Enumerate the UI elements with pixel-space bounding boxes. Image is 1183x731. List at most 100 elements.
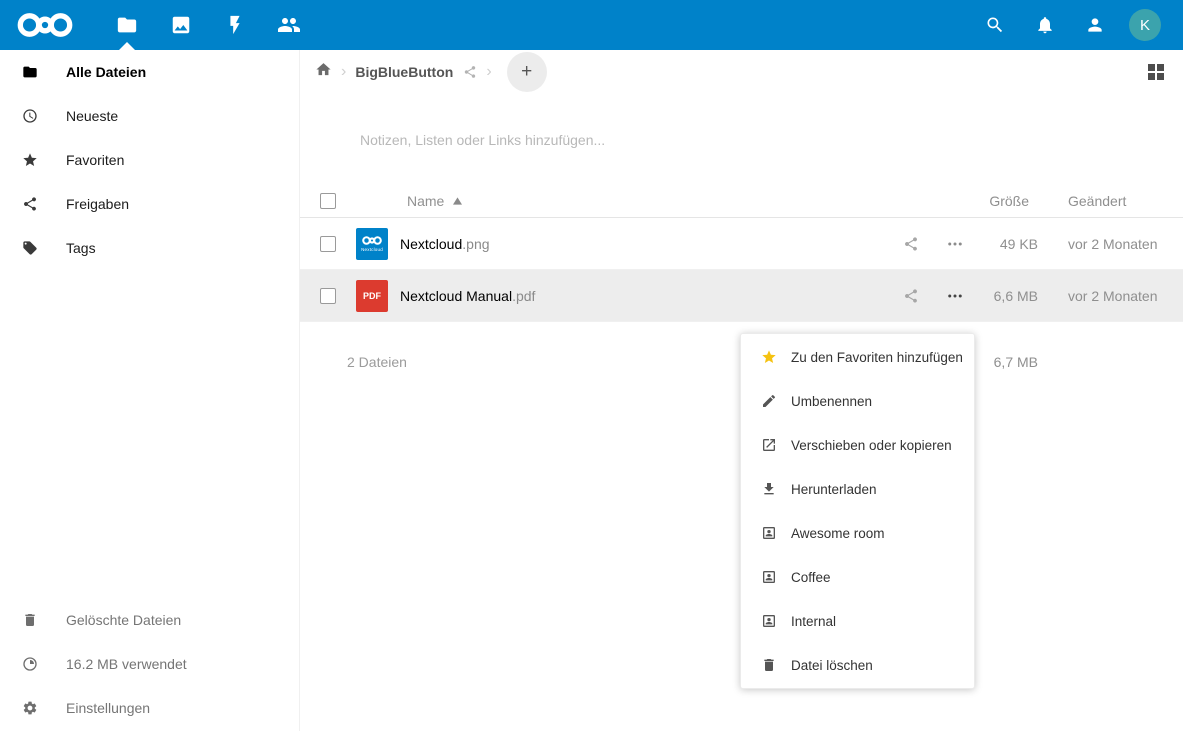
three-dots-icon: [946, 235, 964, 253]
new-file-button[interactable]: +: [507, 52, 547, 92]
star-icon: [22, 152, 60, 168]
nextcloud-logo[interactable]: [12, 0, 78, 50]
menu-item-delete[interactable]: Datei löschen: [741, 643, 974, 687]
sidebar-item-label: Alle Dateien: [66, 64, 146, 80]
app-files[interactable]: [100, 0, 154, 50]
menu-item-room-internal[interactable]: Internal: [741, 599, 974, 643]
home-icon: [315, 61, 332, 78]
nextcloud-logo-icon: [14, 11, 76, 39]
folder-icon: [22, 64, 60, 80]
sidebar-item-recent[interactable]: Neueste: [0, 94, 299, 138]
grid-view-toggle[interactable]: [1144, 60, 1168, 84]
folder-icon: [116, 14, 138, 36]
menu-item-room-awesome[interactable]: Awesome room: [741, 511, 974, 555]
sidebar-item-label: 16.2 MB verwendet: [66, 656, 187, 672]
star-icon: [761, 349, 777, 365]
home-button[interactable]: [315, 61, 332, 83]
lightning-icon: [224, 14, 246, 36]
quota-pie-icon: [22, 656, 60, 672]
menu-item-rename[interactable]: Umbenennen: [741, 379, 974, 423]
room-icon: [761, 613, 777, 629]
sidebar: Alle Dateien Neueste Favoriten Freigaben: [0, 50, 300, 731]
sort-asc-icon: [453, 197, 462, 205]
sidebar-item-shares[interactable]: Freigaben: [0, 182, 299, 226]
sidebar-item-label: Gelöschte Dateien: [66, 612, 181, 628]
chevron-separator: ›: [341, 63, 346, 81]
pdf-file-icon: PDF: [356, 280, 388, 312]
avatar[interactable]: K: [1129, 9, 1161, 41]
row-share-button[interactable]: [889, 288, 933, 304]
column-header-name[interactable]: Name: [356, 193, 889, 209]
search-icon: [985, 15, 1005, 35]
app-contacts[interactable]: [262, 0, 316, 50]
contacts-menu-button[interactable]: [1070, 0, 1120, 50]
select-all-checkbox[interactable]: [320, 193, 336, 209]
file-name[interactable]: Nextcloud.png: [400, 236, 889, 252]
sidebar-item-label: Tags: [66, 240, 96, 256]
trash-icon: [761, 657, 777, 673]
sidebar-item-deleted-files[interactable]: Gelöschte Dateien: [0, 598, 299, 642]
app-photos[interactable]: [154, 0, 208, 50]
row-actions-button[interactable]: [933, 235, 977, 253]
bell-icon: [1035, 15, 1055, 35]
file-row[interactable]: Nextcloud Nextcloud.png 49 KB: [300, 218, 1183, 270]
menu-item-favorite[interactable]: Zu den Favoriten hinzufügen: [741, 335, 974, 379]
sidebar-item-quota[interactable]: 16.2 MB verwendet: [0, 642, 299, 686]
menu-item-room-coffee[interactable]: Coffee: [741, 555, 974, 599]
tag-icon: [22, 240, 60, 256]
main-layout: Alle Dateien Neueste Favoriten Freigaben: [0, 50, 1183, 731]
nextcloud-image-thumbnail: Nextcloud: [356, 228, 388, 260]
file-size: 6,6 MB: [977, 288, 1057, 304]
sidebar-item-settings[interactable]: Einstellungen: [0, 686, 299, 730]
sidebar-item-favorites[interactable]: Favoriten: [0, 138, 299, 182]
column-header-size[interactable]: Größe: [977, 193, 1057, 209]
row-share-button[interactable]: [889, 236, 933, 252]
breadcrumb-folder[interactable]: BigBlueButton: [355, 64, 453, 80]
file-modified: vor 2 Monaten: [1057, 288, 1183, 304]
row-actions-button[interactable]: [933, 287, 977, 305]
pencil-icon: [761, 393, 777, 409]
trash-icon: [22, 612, 60, 628]
file-actions-menu: Zu den Favoriten hinzufügen Umbenennen V…: [740, 333, 975, 689]
search-button[interactable]: [970, 0, 1020, 50]
breadcrumb: › BigBlueButton › +: [300, 50, 1183, 94]
header: K: [0, 0, 1183, 50]
header-actions: K: [970, 0, 1183, 50]
sidebar-item-label: Favoriten: [66, 152, 124, 168]
sidebar-item-tags[interactable]: Tags: [0, 226, 299, 270]
share-icon: [903, 236, 919, 252]
share-icon: [463, 65, 477, 79]
app-menu: [100, 0, 316, 50]
sidebar-item-label: Neueste: [66, 108, 118, 124]
select-all-cell: [300, 193, 356, 209]
total-size: 6,7 MB: [977, 354, 1057, 370]
person-icon: [1085, 15, 1105, 35]
column-header-modified[interactable]: Geändert: [1057, 193, 1183, 209]
file-name[interactable]: Nextcloud Manual.pdf: [400, 288, 889, 304]
filelist-header: Name Größe Geändert: [300, 184, 1183, 218]
gear-icon: [22, 700, 60, 716]
nextcloud-app: K Alle Dateien Neueste F: [0, 0, 1183, 731]
room-icon: [761, 525, 777, 541]
sidebar-item-label: Freigaben: [66, 196, 129, 212]
share-icon: [22, 196, 60, 212]
share-icon: [903, 288, 919, 304]
file-size: 49 KB: [977, 236, 1057, 252]
notifications-button[interactable]: [1020, 0, 1070, 50]
menu-item-download[interactable]: Herunterladen: [741, 467, 974, 511]
user-menu-button[interactable]: K: [1120, 0, 1170, 50]
sidebar-item-label: Einstellungen: [66, 700, 150, 716]
active-app-indicator: [119, 42, 135, 50]
people-icon: [277, 13, 301, 37]
menu-item-move[interactable]: Verschieben oder kopieren: [741, 423, 974, 467]
app-activity[interactable]: [208, 0, 262, 50]
room-icon: [761, 569, 777, 585]
files-content: › BigBlueButton › + Notizen, Listen oder…: [300, 50, 1183, 731]
notes-placeholder[interactable]: Notizen, Listen oder Links hinzufügen...: [300, 94, 1183, 184]
row-checkbox[interactable]: [320, 288, 336, 304]
sidebar-item-all-files[interactable]: Alle Dateien: [0, 50, 299, 94]
breadcrumb-share-button[interactable]: [463, 65, 477, 79]
chevron-separator: ›: [486, 63, 491, 81]
row-checkbox[interactable]: [320, 236, 336, 252]
file-row[interactable]: PDF Nextcloud Manual.pdf 6,6 MB: [300, 270, 1183, 322]
